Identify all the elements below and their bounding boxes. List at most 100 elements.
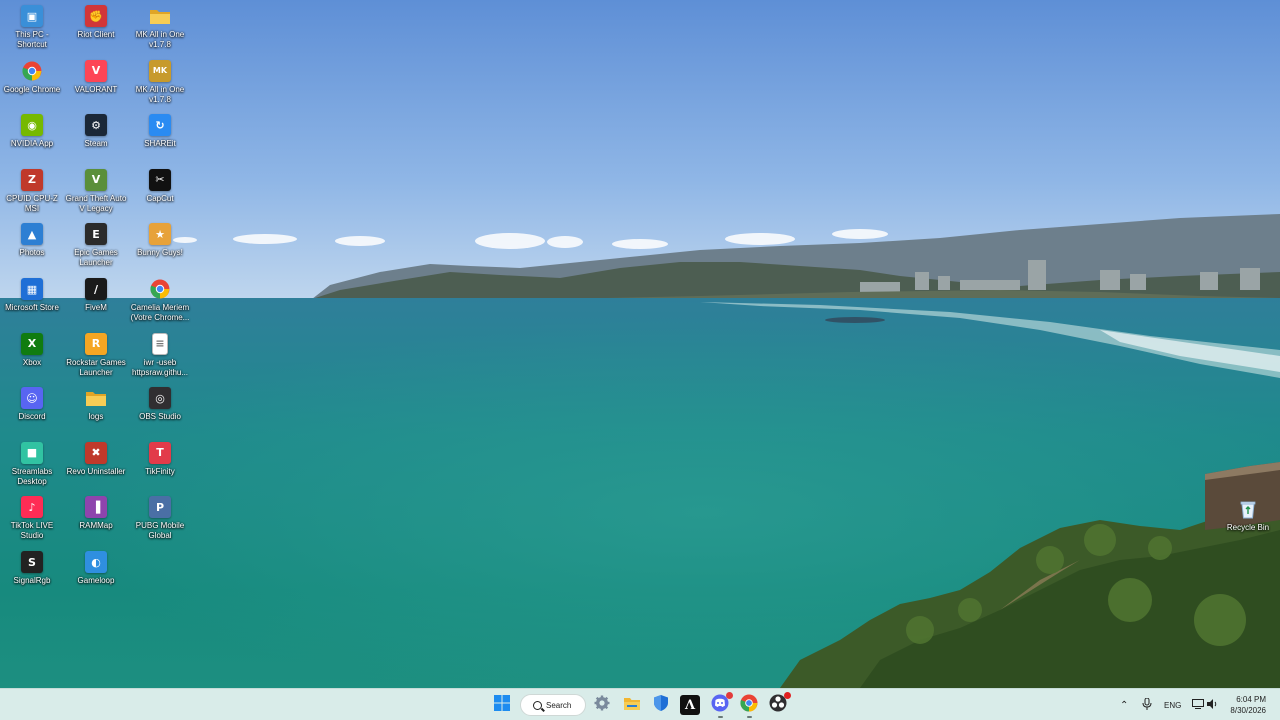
- desktop-icon[interactable]: E Epic Games Launcher: [64, 223, 128, 268]
- desktop-icon-label: NVIDIA App: [10, 139, 54, 149]
- desktop-icon[interactable]: ◉ NVIDIA App: [0, 114, 64, 149]
- desktop-icon[interactable]: Google Chrome: [0, 60, 64, 95]
- microphone-tray-button[interactable]: [1142, 689, 1152, 720]
- network-icon: [1192, 699, 1204, 711]
- desktop-icon[interactable]: ■ Streamlabs Desktop: [0, 441, 64, 487]
- desktop-icon[interactable]: ∕ FiveM: [64, 278, 128, 313]
- taskbar: Search Λ ⌃ ENG 6:04 PM 8/30/2026: [0, 688, 1280, 720]
- clock-time: 6:04 PM: [1236, 695, 1266, 704]
- desktop-icon-label: CapCut: [146, 193, 174, 203]
- desktop-icon[interactable]: ≡ iwr -useb httpsraw.githu...: [128, 332, 192, 378]
- gameloop-icon: ◐: [85, 551, 107, 573]
- taskbar-search-box[interactable]: Search: [520, 694, 586, 716]
- desktop-icon[interactable]: S SignalRgb: [0, 551, 64, 586]
- desktop-icon-label: SHAREit: [144, 139, 176, 149]
- chrome-button[interactable]: [739, 694, 759, 718]
- desktop-icon[interactable]: MK MK All in One v1.7.8: [128, 59, 192, 105]
- folder-icon: [624, 696, 640, 715]
- desktop-icon[interactable]: Camelia Meriem (Votre Chrome...: [128, 278, 192, 323]
- desktop-icon[interactable]: X Xbox: [0, 332, 64, 368]
- desktop-icon-label: Xbox: [22, 357, 42, 367]
- windows-icon: [494, 694, 510, 716]
- discord-icon: ☺: [21, 387, 43, 410]
- pubg-icon: P: [149, 496, 171, 519]
- desktop-icon[interactable]: ☺ Discord: [0, 387, 64, 422]
- desktop-icon[interactable]: P PUBG Mobile Global: [128, 496, 192, 541]
- text-file-icon: ≡: [152, 332, 168, 355]
- running-indicator: [718, 716, 723, 718]
- search-icon: [533, 700, 542, 710]
- chrome-profile-icon: [149, 278, 171, 300]
- desktop-icon[interactable]: R Rockstar Games Launcher: [64, 332, 128, 378]
- settings-button[interactable]: [592, 695, 612, 715]
- clock-date: 8/30/2026: [1230, 706, 1266, 715]
- desktop-icon-label: logs: [88, 412, 104, 422]
- desktop-icon[interactable]: ◐ Gameloop: [64, 551, 128, 586]
- desktop-icon[interactable]: ▦ Microsoft Store: [0, 278, 64, 313]
- desktop-icon[interactable]: ▣ This PC - Shortcut: [0, 5, 64, 50]
- desktop-icon[interactable]: T TikFinity: [128, 441, 192, 477]
- desktop-icon[interactable]: Z CPUID CPU-Z MSI: [0, 168, 64, 214]
- tiktok-icon: ♪: [21, 496, 43, 519]
- gear-icon: [594, 695, 610, 716]
- network-tray-button[interactable]: [1192, 689, 1204, 720]
- desktop-icon-label: Google Chrome: [3, 84, 61, 94]
- desktop-icon[interactable]: ♪ TikTok LIVE Studio: [0, 496, 64, 541]
- desktop-icon-label: Grand Theft Auto V Legacy: [65, 193, 127, 213]
- desktop-icon[interactable]: ↻ SHAREit: [128, 114, 192, 149]
- desktop-icon-recycle-bin[interactable]: Recycle Bin: [1216, 498, 1280, 533]
- chevron-up-icon: ⌃: [1120, 699, 1129, 711]
- chrome-icon: [21, 60, 43, 82]
- bunny-guys-icon: ★: [149, 223, 171, 246]
- desktop-icon[interactable]: ⚙ Steam: [64, 114, 128, 149]
- running-indicator: [747, 716, 752, 718]
- desktop-icon[interactable]: ✂ CapCut: [128, 168, 192, 204]
- desktop-icon-label: Bunny Guys!: [137, 248, 183, 258]
- desktop-icon-label: FiveM: [85, 303, 107, 312]
- security-button[interactable]: [651, 694, 671, 716]
- language-indicator[interactable]: ENG: [1164, 689, 1181, 720]
- volume-tray-button[interactable]: [1207, 689, 1219, 720]
- search-label: Search: [546, 700, 572, 710]
- mk-app-icon: MK: [149, 59, 171, 82]
- desktop-icon-label: Rockstar Games Launcher: [66, 357, 126, 377]
- desktop-icon-label: Gameloop: [77, 576, 115, 585]
- clock[interactable]: 6:04 PM 8/30/2026: [1230, 694, 1266, 716]
- show-hidden-icons-button[interactable]: ⌃: [1120, 689, 1128, 720]
- rockstar-icon: R: [85, 332, 107, 355]
- xbox-icon: X: [21, 332, 43, 355]
- computer-icon: ▣: [21, 5, 43, 27]
- desktop-icon[interactable]: V VALORANT: [64, 59, 128, 95]
- notification-badge: [726, 692, 733, 699]
- desktop-icon[interactable]: ✊ Riot Client: [64, 5, 128, 40]
- desktop-icon[interactable]: MK All in One v1.7.8: [128, 5, 192, 50]
- nvidia-icon: ◉: [21, 114, 43, 137]
- discord-button[interactable]: [710, 692, 733, 718]
- desktop-icon-label: PUBG Mobile Global: [135, 521, 185, 541]
- fivem-icon: ∕: [85, 278, 107, 300]
- desktop-icon[interactable]: ★ Bunny Guys!: [128, 223, 192, 258]
- recording-indicator: [784, 692, 791, 699]
- desktop-icon[interactable]: V Grand Theft Auto V Legacy: [64, 168, 128, 214]
- desktop-icon[interactable]: ▲ Photos: [0, 223, 64, 258]
- signalrgb-icon: S: [21, 551, 43, 573]
- shield-icon: [654, 694, 668, 716]
- photos-icon: ▲: [21, 223, 43, 246]
- obs-icon: ◎: [149, 387, 171, 410]
- desktop-icon[interactable]: ✖ Revo Uninstaller: [64, 441, 128, 477]
- file-explorer-button[interactable]: [622, 695, 642, 715]
- rammap-icon: ▐: [85, 496, 107, 519]
- desktop-icon[interactable]: logs: [64, 387, 128, 422]
- valorant-icon: V: [85, 59, 107, 82]
- obs-button[interactable]: [768, 692, 791, 715]
- speaker-icon: [1207, 699, 1219, 711]
- language-label: ENG: [1164, 700, 1182, 710]
- cpuz-icon: Z: [21, 168, 43, 191]
- desktop-icon-label: Riot Client: [77, 30, 115, 39]
- start-button[interactable]: [492, 694, 512, 716]
- app-a-button[interactable]: Λ: [680, 695, 700, 715]
- desktop-icon[interactable]: ◎ OBS Studio: [128, 387, 192, 422]
- folder-icon: [85, 387, 107, 409]
- microphone-icon: [1142, 697, 1152, 712]
- desktop-icon[interactable]: ▐ RAMMap: [64, 496, 128, 531]
